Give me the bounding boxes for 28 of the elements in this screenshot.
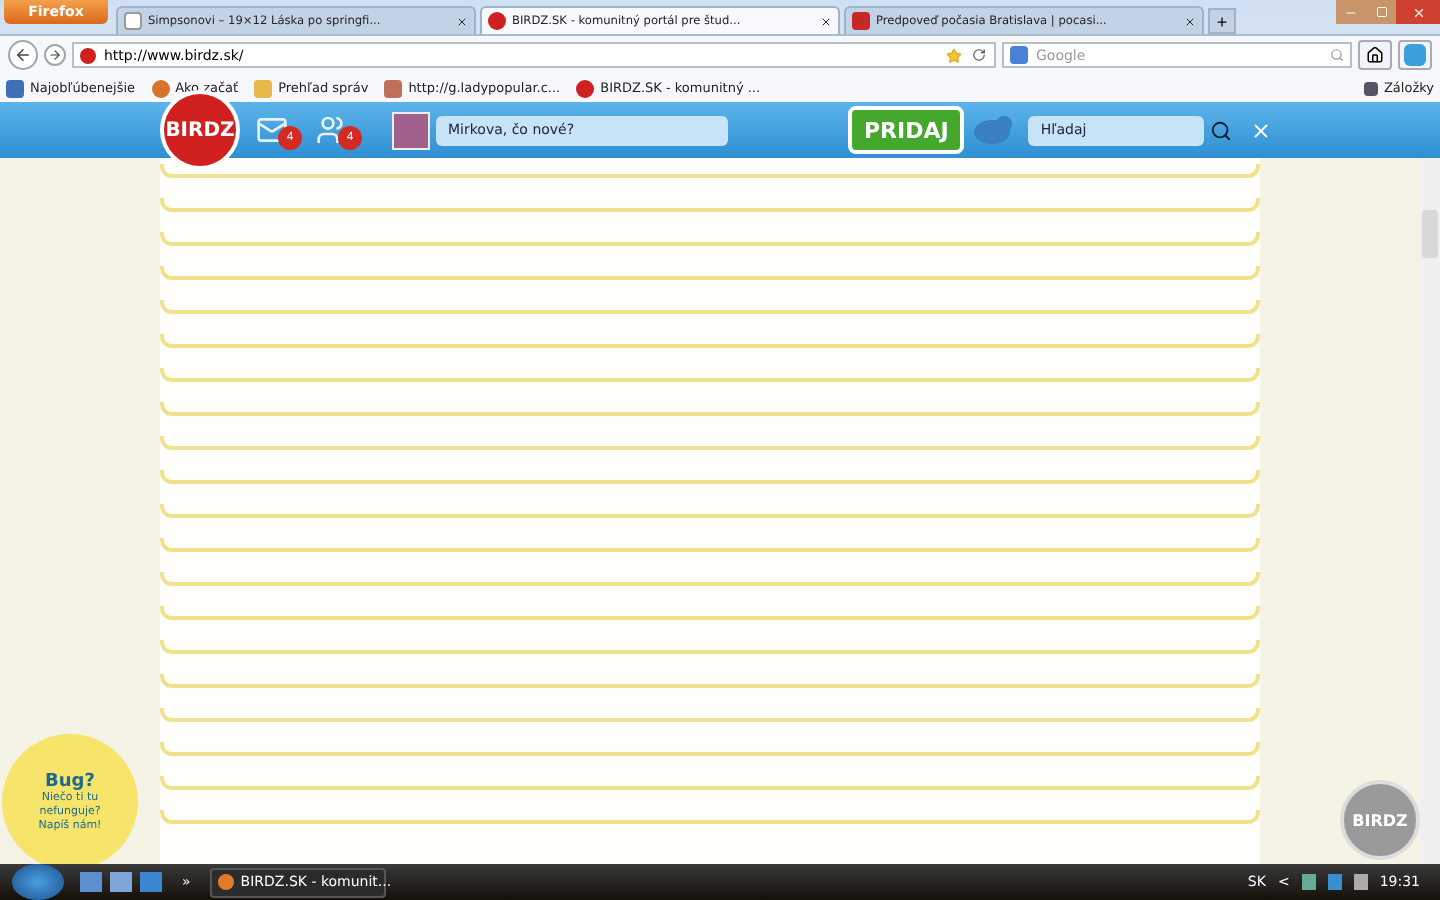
avatar-picture <box>392 111 430 149</box>
home-icon <box>1366 46 1384 64</box>
bird-icon <box>968 112 1017 148</box>
forward-arrow-icon <box>48 48 62 62</box>
minimize-button[interactable] <box>1336 0 1366 24</box>
page-icon <box>124 12 142 30</box>
reload-icon[interactable] <box>970 46 988 64</box>
back-arrow-icon <box>14 46 32 64</box>
close-icon[interactable] <box>1184 15 1196 27</box>
start-button[interactable] <box>12 864 64 900</box>
forward-button[interactable] <box>44 44 66 66</box>
site-icon <box>852 12 870 30</box>
mail-icon <box>256 114 288 146</box>
maximize-icon <box>1375 6 1387 18</box>
friends-icon <box>316 114 348 146</box>
close-icon <box>1411 5 1425 19</box>
close-icon[interactable] <box>456 15 468 27</box>
site-icon <box>80 47 96 63</box>
close-icon[interactable] <box>820 15 832 27</box>
site-icon <box>488 12 506 30</box>
new-tab-button[interactable]: + <box>1208 8 1236 34</box>
search-icon[interactable] <box>1208 118 1233 142</box>
close-button[interactable] <box>1396 0 1440 24</box>
back-button[interactable] <box>8 40 38 70</box>
home-button[interactable] <box>1358 40 1392 70</box>
scrollbar[interactable] <box>1420 158 1440 864</box>
maximize-button[interactable] <box>1366 0 1396 24</box>
site-icon <box>576 79 595 97</box>
